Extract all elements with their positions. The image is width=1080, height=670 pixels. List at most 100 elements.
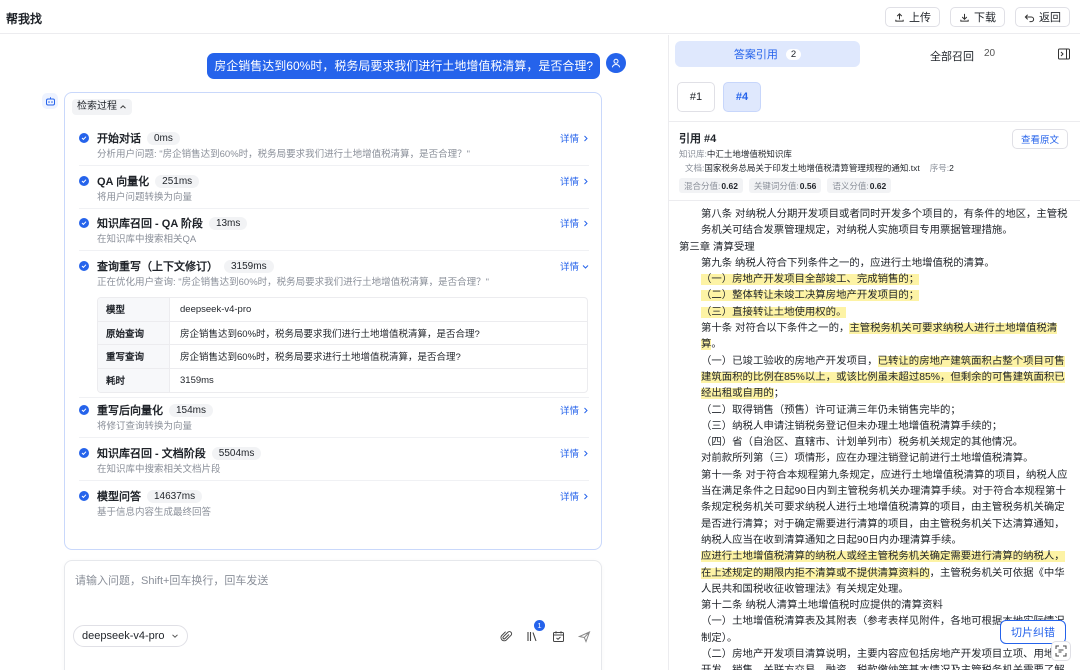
step-title: 模型问答 14637ms: [97, 488, 203, 504]
doc-paragraph: 第九条 纳税人符合下列条件之一的，应进行土地增值税的清算。: [701, 257, 995, 269]
citation-tabs: 答案引用 2 全部召回 20: [675, 41, 1071, 67]
step-kb-recall-docs: 知识库召回 - 文档阶段 5504ms 在知识库中搜索相关文档片段 详情: [79, 445, 589, 475]
score-badge: 混合分值: 0.62: [679, 178, 743, 193]
user-icon: [611, 58, 621, 68]
doc-text: 第十条 对符合以下条件之一的，: [701, 323, 850, 335]
divider: [79, 480, 589, 481]
back-button[interactable]: 返回: [1015, 7, 1070, 27]
user-message: 房企销售达到60%时，税务局要求我们进行土地增值税清算，是否合理?: [207, 53, 600, 79]
doc-paragraph: 第十二条 纳税人清算土地增值税时应提供的清算资料: [701, 600, 943, 612]
table-key: 重写查询: [98, 345, 170, 368]
step-name: 知识库召回 - 文档阶段: [97, 448, 206, 460]
doc-paragraph: 第八条 对纳税人分期开发项目或者同时开发多个项目的，有条件的地区，主管税务机关可…: [701, 209, 1068, 237]
citation-pane: 答案引用 2 全部召回 20 #1 #4 引用 #4 查看原文 知识库:中汇土地…: [668, 35, 1080, 670]
step-title: QA 向量化 251ms: [97, 173, 200, 189]
step-detail-link[interactable]: 详情: [560, 216, 589, 230]
tab-label: 全部召回: [930, 51, 974, 63]
step-desc: 将用户问题转换为向量: [97, 192, 193, 203]
tab-answer-citations[interactable]: 答案引用 2: [675, 41, 860, 67]
chevron-down-icon: [582, 264, 589, 269]
doc-text: 。: [711, 339, 722, 351]
step-name: 重写后向量化: [97, 405, 163, 417]
upload-label: 上传: [909, 12, 931, 24]
doc-paragraph: （三）纳税人申请注销税务登记但未办理土地增值税清算手续的；: [701, 420, 1003, 432]
input-toolbar: 1: [499, 620, 591, 643]
doc-paragraph: （一）房地产开发项目全部竣工、完成销售的；: [679, 272, 1075, 288]
step-detail-link[interactable]: 详情: [560, 174, 589, 188]
detail-label: 详情: [559, 219, 579, 230]
kb-count-badge: 1: [534, 620, 545, 631]
tab-count: 20: [984, 48, 996, 59]
chevron-down-icon: [171, 634, 178, 638]
divider: [79, 165, 589, 166]
view-original-button[interactable]: 查看原文: [1011, 129, 1068, 149]
step-desc: 在知识库中搜索相关文档片段: [97, 464, 221, 475]
chat-input-box[interactable]: 请输入问题，Shift+回车换行，回车发送 deepseek-v4-pro 1: [64, 560, 602, 670]
kb-name: 中汇土地增值税知识库: [706, 149, 792, 159]
doc-paragraph: （二）房地产开发项目清算说明，主要内容应包括房地产开发项目立项、用地、开发、销售…: [701, 649, 1065, 670]
step-detail-link[interactable]: 详情: [560, 446, 589, 460]
step-detail-link[interactable]: 详情: [560, 131, 589, 145]
app-title: 帮我找: [6, 12, 43, 26]
step-name: 查询重写（上下文修订）: [97, 261, 218, 273]
scan-icon[interactable]: [1051, 641, 1071, 661]
seq-label: 序号:: [929, 163, 950, 173]
chevron-right-icon: [584, 493, 588, 499]
step-desc: 正在优化用户查询: "房企销售达到60%时，税务局要求我们进行土地增值税清算，是…: [97, 277, 490, 288]
attachment-icon[interactable]: [499, 629, 513, 643]
step-start-dialog: 开始对话 0ms 分析用户问题: "房企销售达到60%时，税务局要求我们进行土地增…: [79, 130, 589, 160]
check-circle-icon: [79, 448, 89, 458]
upload-button[interactable]: 上传: [885, 7, 940, 27]
cite-tab-4[interactable]: #4: [723, 82, 761, 112]
detail-label: 详情: [559, 177, 579, 188]
chevron-right-icon: [584, 407, 588, 413]
step-time: 251ms: [155, 174, 200, 188]
check-circle-icon: [79, 218, 89, 228]
highlight: （三）直接转让土地使用权的。: [701, 306, 847, 318]
download-button[interactable]: 下载: [950, 7, 1005, 27]
divider: [79, 250, 589, 251]
citation-title: 引用 #4: [679, 133, 717, 145]
send-icon[interactable]: [577, 629, 591, 643]
query-rewrite-table: 模型 deepseek-v4-pro 原始查询 房企销售达到60%时，税务局要求…: [97, 297, 588, 393]
table-value: 房企销售达到60%时，税务局要求进行土地增值税清算，是否合理?: [180, 352, 461, 364]
chat-input[interactable]: 请输入问题，Shift+回车换行，回车发送: [75, 572, 268, 588]
detail-label: 详情: [559, 406, 579, 417]
chevron-right-icon: [584, 450, 588, 456]
upload-icon: [895, 12, 904, 22]
calendar-icon[interactable]: [551, 629, 565, 643]
score-badge: 语义分值: 0.62: [827, 178, 892, 193]
back-arrow-icon: [1024, 13, 1035, 22]
process-toggle[interactable]: 检索过程: [72, 99, 132, 115]
score-value: 0.56: [799, 180, 817, 191]
collapse-panel-icon[interactable]: [1057, 47, 1071, 61]
retrieval-process-panel: 检索过程 开始对话 0ms 分析用户问题: "房企销售达到60%时，税务局要求我们…: [64, 92, 602, 550]
score-value: 0.62: [721, 180, 738, 191]
doc-paragraph: （三）直接转让土地使用权的。: [679, 305, 1075, 321]
step-detail-link[interactable]: 详情: [560, 403, 589, 417]
step-rewrite-vectorize: 重写后向量化 154ms 将修订查询转换为向量 详情: [79, 402, 589, 432]
cite-tab-1[interactable]: #1: [677, 82, 715, 112]
step-name: QA 向量化: [97, 176, 150, 188]
back-label: 返回: [1039, 12, 1061, 24]
download-label: 下载: [974, 12, 996, 24]
citation-document-text: 第八条 对纳税人分期开发项目或者同时开发多个项目的，有条件的地区，主管税务机关可…: [679, 207, 1075, 670]
knowledge-base-icon[interactable]: 1: [525, 620, 545, 643]
check-circle-icon: [79, 405, 89, 415]
doc-paragraph: 应进行土地增值税清算的纳税人或经主管税务机关确定需要进行清算的纳税人，在上述规定…: [679, 549, 1075, 598]
chevron-right-icon: [584, 178, 588, 184]
doc-paragraph: 第十一条 对于符合本规程第九条规定，应进行土地增值税清算的项目，纳税人应当在满足…: [701, 469, 1068, 546]
step-time: 154ms: [169, 403, 214, 417]
check-circle-icon: [79, 261, 89, 271]
table-key: 原始查询: [98, 321, 170, 344]
step-desc: 基于信息内容生成最终回答: [97, 507, 212, 518]
model-select[interactable]: deepseek-v4-pro: [73, 625, 188, 647]
chat-pane: 房企销售达到60%时，税务局要求我们进行土地增值税清算，是否合理? 检索过程 开…: [0, 35, 668, 670]
tab-all-recall[interactable]: 全部召回 20: [930, 48, 995, 64]
table-key: 模型: [98, 298, 170, 321]
doc-paragraph: （二）取得销售（预售）许可证满三年仍未销售完毕的；: [701, 404, 961, 416]
doc-text: （一）已竣工验收的房地产开发项目，: [701, 355, 878, 367]
step-detail-link[interactable]: 详情: [560, 489, 589, 503]
step-title: 知识库召回 - 文档阶段 5504ms: [97, 445, 262, 461]
step-detail-link[interactable]: 详情: [560, 259, 589, 273]
